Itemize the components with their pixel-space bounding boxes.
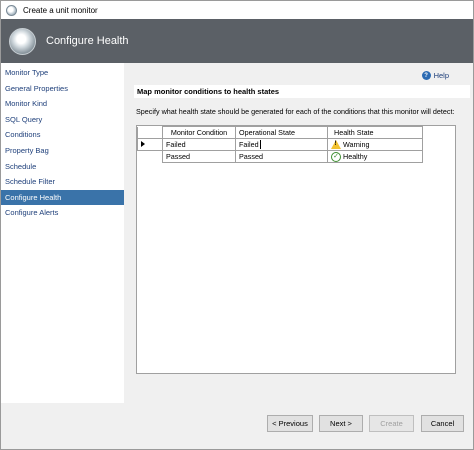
healthy-check-icon: ✓ — [331, 151, 341, 162]
cell-monitor-condition[interactable]: Failed — [162, 138, 236, 151]
sidebar-item-monitor-type[interactable]: Monitor Type — [1, 65, 124, 81]
health-mapping-grid[interactable]: Monitor Condition Operational State Heal… — [136, 125, 456, 374]
warning-icon — [331, 140, 341, 149]
next-button[interactable]: Next > — [319, 415, 363, 432]
cell-operational-state[interactable]: Failed — [235, 138, 328, 151]
wizard-content: ? Help Map monitor conditions to health … — [124, 63, 473, 403]
row-selector[interactable] — [137, 138, 163, 151]
table-row[interactable]: Passed Passed ✓ Healthy — [138, 150, 423, 163]
page-title: Configure Health — [46, 35, 129, 47]
instruction-text: Specify what health state should be gene… — [136, 107, 455, 116]
row-pointer-icon — [141, 141, 145, 147]
wizard-steps-sidebar: Monitor Type General Properties Monitor … — [1, 63, 124, 403]
sidebar-item-property-bag[interactable]: Property Bag — [1, 143, 124, 159]
sidebar-item-configure-health[interactable]: Configure Health — [1, 189, 124, 206]
create-button[interactable]: Create — [369, 415, 414, 432]
sidebar-item-conditions[interactable]: Conditions — [1, 127, 124, 143]
table-row[interactable]: Failed Failed Warning — [137, 138, 423, 151]
cell-health-state[interactable]: ✓ Healthy — [327, 150, 423, 163]
health-state-value: Healthy — [343, 152, 368, 161]
operational-state-value: Failed — [239, 139, 259, 149]
wizard-orb-icon — [9, 27, 36, 55]
cancel-button[interactable]: Cancel — [421, 415, 464, 432]
column-header-health-state[interactable]: Health State — [327, 126, 423, 139]
column-header-operational-state[interactable]: Operational State — [235, 126, 328, 139]
create-unit-monitor-window: Create a unit monitor Configure Health M… — [0, 0, 474, 450]
sidebar-item-configure-alerts[interactable]: Configure Alerts — [1, 205, 124, 221]
previous-button[interactable]: < Previous — [267, 415, 313, 432]
table-header-row: Monitor Condition Operational State Heal… — [137, 126, 423, 139]
help-link[interactable]: ? Help — [421, 71, 449, 80]
window-title: Create a unit monitor — [23, 5, 98, 15]
wizard-header: Configure Health — [1, 19, 473, 63]
text-caret — [259, 140, 261, 150]
title-bar: Create a unit monitor — [1, 1, 473, 19]
cell-monitor-condition[interactable]: Passed — [162, 150, 236, 163]
row-selector-header — [137, 126, 163, 139]
help-icon: ? — [421, 71, 431, 80]
row-selector[interactable] — [138, 151, 163, 163]
sidebar-item-schedule-filter[interactable]: Schedule Filter — [1, 174, 124, 190]
health-state-value: Warning — [343, 140, 370, 149]
wizard-footer: < Previous Next > Create Cancel — [1, 403, 473, 449]
sidebar-item-monitor-kind[interactable]: Monitor Kind — [1, 96, 124, 112]
sidebar-item-general-properties[interactable]: General Properties — [1, 81, 124, 97]
sidebar-item-sql-query[interactable]: SQL Query — [1, 112, 124, 128]
help-label: Help — [433, 71, 449, 80]
section-title: Map monitor conditions to health states — [134, 85, 470, 98]
sidebar-item-schedule[interactable]: Schedule — [1, 159, 124, 175]
column-header-monitor-condition[interactable]: Monitor Condition — [162, 126, 236, 139]
cell-operational-state[interactable]: Passed — [235, 150, 328, 163]
cell-health-state[interactable]: Warning — [327, 138, 423, 151]
app-icon — [6, 4, 17, 16]
health-mapping-table: Monitor Condition Operational State Heal… — [137, 126, 423, 163]
